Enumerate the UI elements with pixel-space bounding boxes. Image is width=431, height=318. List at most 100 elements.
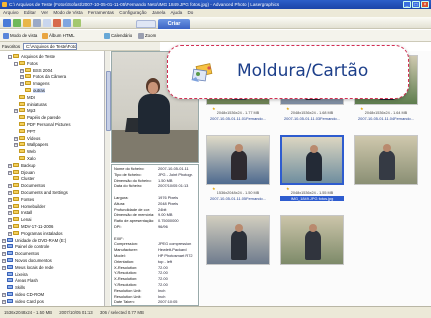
status-date: 2007/10/05 01:13 — [59, 310, 93, 315]
minimize-button[interactable]: _ — [403, 1, 411, 8]
calendario-button[interactable]: Calendário — [104, 30, 132, 42]
tree-item-label: Fotos da Câmera — [33, 74, 67, 80]
thumbnail[interactable] — [206, 215, 270, 287]
expand-icon[interactable]: + — [8, 197, 12, 202]
thumbnail-filename[interactable]: 2007-10-05-01.11.03Fernando... — [280, 116, 344, 121]
folder-up-icon[interactable] — [23, 19, 31, 27]
folder-icon — [19, 108, 25, 113]
folder-icon — [25, 88, 31, 92]
menu-item-ferramentas[interactable]: Ferramentas — [88, 10, 114, 15]
tree-item-label: Programas instalados — [21, 230, 63, 236]
forward-icon[interactable] — [13, 19, 21, 27]
menu-item-editar[interactable]: Editar — [24, 10, 36, 15]
tree-item-label: Djouan — [21, 169, 35, 175]
close-button[interactable]: × — [421, 1, 429, 8]
status-selection: 306 / selected 0.77 MB — [99, 310, 144, 315]
tree-scrollbar-thumb[interactable] — [105, 71, 111, 131]
expand-icon[interactable]: + — [8, 204, 12, 209]
thumbnail-filename[interactable]: 2007-10-05-01.11.04Fernando... — [354, 116, 418, 121]
tree-item-label: Backup — [21, 162, 36, 168]
tree-item[interactable]: + video Card pos — [2, 298, 44, 305]
thumbnail[interactable] — [354, 135, 418, 207]
status-dimensions: 1536x2048x24 - 1.50 MB — [4, 310, 53, 315]
property-key: Date Taken: — [114, 299, 135, 305]
expand-icon[interactable]: + — [2, 252, 6, 257]
thumbnail-filename[interactable]: 2007-10-05-01.11.05Fernando... — [206, 196, 270, 201]
expand-icon[interactable]: + — [8, 163, 12, 168]
thumbnail-image[interactable] — [354, 135, 418, 185]
tree-item-label: Homebuilder — [21, 203, 46, 209]
preview-person-face — [148, 82, 158, 94]
maximize-button[interactable]: □ — [412, 1, 420, 8]
expand-icon[interactable]: + — [14, 143, 18, 148]
expand-icon[interactable]: + — [8, 184, 12, 189]
thumbnail-figure — [306, 151, 322, 181]
tree-item-label: Mp3 — [27, 108, 36, 114]
path-field[interactable]: C:\Arquivos de Teste\Fotos — [23, 43, 77, 50]
menu-item-ver[interactable]: Ver — [41, 10, 48, 15]
move-icon[interactable] — [73, 19, 81, 27]
thumbnail-image[interactable] — [280, 215, 344, 265]
modo-de-vista-button[interactable]: Modo de vista — [3, 30, 37, 42]
expand-icon[interactable]: + — [20, 82, 24, 87]
folder-icon — [7, 244, 13, 249]
folder-icon — [13, 190, 19, 194]
expand-icon[interactable]: + — [14, 136, 18, 141]
collapse-icon[interactable]: - — [8, 55, 12, 59]
view-icon[interactable] — [43, 19, 51, 27]
expand-icon[interactable]: + — [2, 245, 6, 250]
delete-icon[interactable] — [53, 19, 61, 27]
thumbnail-image[interactable] — [206, 215, 270, 265]
thumbnail[interactable]: ★ 1536x2048x24 - 1.50 MB 2007-10-05-01.11.… — [206, 135, 270, 207]
copy-icon[interactable] — [63, 19, 71, 27]
folder-icon — [7, 258, 13, 262]
back-icon[interactable] — [3, 19, 11, 27]
menu-item-modo-de-vista[interactable]: Modo de Vista — [53, 10, 82, 15]
expand-icon[interactable]: + — [2, 238, 6, 243]
tree-item-label: Papéis de parede — [27, 115, 61, 121]
expand-icon[interactable]: + — [8, 170, 12, 175]
thumbnail-head — [309, 224, 317, 232]
expand-icon[interactable]: + — [8, 211, 12, 216]
thumbnail[interactable]: ★ 2048x1536x24 - 1.55 MB IMG_1849.JPG foto… — [280, 135, 344, 207]
thumbnail-filename[interactable]: 2007-10-05-01.11.01Fernando... — [206, 116, 270, 121]
refresh-icon[interactable] — [33, 19, 41, 27]
menu-item-ajuda[interactable]: Ajuda — [170, 10, 182, 15]
expand-icon[interactable]: + — [8, 218, 12, 223]
tab-browse[interactable] — [136, 20, 156, 28]
expand-icon[interactable]: + — [8, 191, 12, 195]
tree-item-label: Xalo — [27, 156, 36, 161]
expand-icon[interactable]: + — [14, 109, 18, 114]
expand-icon[interactable]: + — [8, 231, 12, 236]
thumbnail-image[interactable] — [206, 135, 270, 185]
expand-icon[interactable]: + — [20, 75, 24, 80]
menu-item-do[interactable]: Do — [187, 10, 193, 15]
thumbnail[interactable] — [280, 215, 344, 287]
menu-item-janela[interactable]: Janela — [152, 10, 166, 15]
preview-person-body — [138, 94, 170, 134]
folder-icon — [19, 122, 25, 126]
expand-icon[interactable]: + — [8, 225, 12, 229]
folder-icon — [7, 251, 13, 256]
favorites-label[interactable]: Favoritos — [2, 44, 20, 49]
folder-icon — [13, 176, 19, 181]
album-html-button[interactable]: Álbum HTML — [42, 30, 75, 42]
tree-item-label: video CD-ROM — [15, 292, 45, 297]
expand-icon[interactable]: + — [20, 68, 24, 73]
thumbnail-image[interactable] — [280, 135, 344, 185]
tab-criar[interactable]: Criar — [158, 19, 190, 29]
expand-icon[interactable]: + — [2, 259, 6, 263]
thumbnail-filename[interactable]: IMG_1849.JPG fotos.jpg — [280, 196, 344, 201]
expand-icon[interactable]: + — [2, 265, 6, 270]
tree-scrollbar[interactable] — [104, 51, 111, 306]
menu-item-arquivo[interactable]: Arquivo — [3, 10, 19, 15]
expand-icon[interactable]: + — [2, 299, 6, 304]
expand-icon[interactable]: + — [2, 293, 6, 297]
folder-icon — [13, 183, 19, 188]
tree-item-label: Painel de controle — [15, 244, 50, 250]
collapse-icon[interactable]: - — [14, 61, 18, 66]
folder-icon — [13, 54, 19, 58]
menu-item-configuracao[interactable]: Configuração — [119, 10, 146, 15]
zoom-button[interactable]: Zoom — [138, 30, 156, 42]
moldura-cartao-callout[interactable]: Moldura/Cartão — [167, 45, 409, 99]
